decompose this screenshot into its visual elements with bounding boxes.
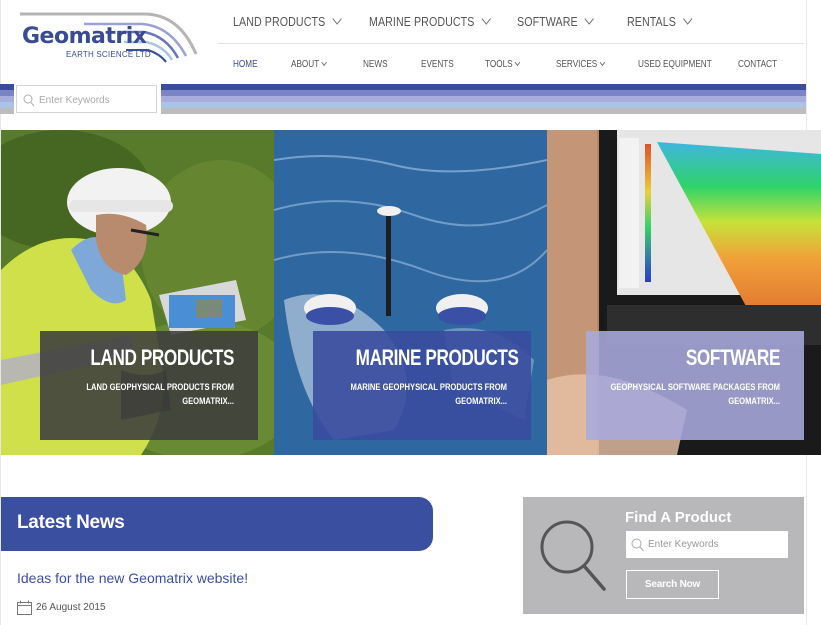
logo-tagline: EARTH SCIENCE LTD [66, 50, 151, 59]
sub-nav-about[interactable]: ABOUT [291, 58, 328, 70]
latest-news-header: Latest News [1, 497, 433, 551]
news-date-text: 26 August 2015 [36, 601, 106, 613]
tile-description: GEOPHYSICAL SOFTWARE PACKAGES FROM GEOMA… [610, 382, 780, 407]
main-nav-software[interactable]: SOFTWARE [517, 13, 594, 29]
header-search-box [16, 85, 157, 113]
find-product-search-box [626, 531, 788, 558]
tile-caption: MARINE PRODUCTS MARINE GEOPHYSICAL PRODU… [313, 331, 531, 440]
main-nav-label: LAND PRODUCTS [233, 14, 326, 29]
sub-nav-label: ABOUT [291, 58, 320, 70]
find-product-panel: Find A Product Search Now [523, 497, 804, 614]
tile-software[interactable]: SOFTWARE GEOPHYSICAL SOFTWARE PACKAGES F… [547, 130, 821, 455]
tile-description: MARINE GEOPHYSICAL PRODUCTS FROM GEOMATR… [350, 382, 507, 407]
logo-wordmark: Geomatrix [22, 24, 147, 49]
main-nav: LAND PRODUCTS MARINE PRODUCTS SOFTWARE R… [220, 0, 805, 44]
chevron-down-icon [584, 13, 594, 25]
magnifier-icon [540, 520, 606, 591]
news-item-date: 26 August 2015 [17, 599, 106, 615]
sub-nav-used-equipment[interactable]: USED EQUIPMENT [638, 58, 712, 70]
tile-land-products[interactable]: LAND PRODUCTS LAND GEOPHYSICAL PRODUCTS … [1, 130, 274, 455]
category-tiles: LAND PRODUCTS LAND GEOPHYSICAL PRODUCTS … [1, 130, 821, 455]
main-nav-land-products[interactable]: LAND PRODUCTS [233, 13, 342, 29]
find-product-heading: Find A Product [625, 509, 732, 526]
tile-title: SOFTWARE [685, 345, 781, 370]
search-icon [23, 94, 35, 107]
sub-nav-services[interactable]: SERVICES [556, 58, 606, 70]
sub-nav-news[interactable]: NEWS [363, 58, 388, 70]
tile-title: LAND PRODUCTS [90, 345, 234, 370]
latest-news-heading: Latest News [17, 512, 125, 533]
chevron-down-icon [332, 13, 342, 25]
sub-nav-tools[interactable]: TOOLS [485, 58, 521, 70]
chevron-down-icon [514, 58, 521, 67]
main-nav-label: SOFTWARE [517, 14, 578, 29]
search-icon [631, 538, 644, 552]
nav-divider [218, 43, 804, 44]
find-product-input[interactable] [648, 536, 783, 553]
tile-caption: LAND PRODUCTS LAND GEOPHYSICAL PRODUCTS … [40, 331, 258, 440]
chevron-down-icon [599, 58, 606, 67]
sub-nav: HOME ABOUT NEWS EVENTS TOOLS SERVICES US… [220, 52, 805, 76]
header-search [14, 84, 161, 114]
sub-nav-contact[interactable]: CONTACT [738, 58, 777, 70]
main-nav-rentals[interactable]: RENTALS [627, 13, 693, 29]
main-nav-label: MARINE PRODUCTS [369, 14, 475, 29]
main-nav-marine-products[interactable]: MARINE PRODUCTS [369, 13, 491, 29]
site-logo[interactable]: Geomatrix EARTH SCIENCE LTD [14, 8, 200, 68]
tile-description: LAND GEOPHYSICAL PRODUCTS FROM GEOMATRIX… [86, 382, 234, 407]
search-now-button[interactable]: Search Now [626, 570, 719, 599]
tile-title: MARINE PRODUCTS [355, 345, 519, 370]
tile-marine-products[interactable]: MARINE PRODUCTS MARINE GEOPHYSICAL PRODU… [274, 130, 547, 455]
main-nav-label: RENTALS [627, 14, 676, 29]
chevron-down-icon [682, 13, 693, 25]
sub-nav-events[interactable]: EVENTS [421, 58, 454, 70]
header-search-input[interactable] [39, 91, 154, 109]
chevron-down-icon [321, 58, 328, 67]
calendar-icon [17, 600, 32, 615]
sub-nav-label: SERVICES [556, 58, 598, 70]
sub-nav-label: TOOLS [485, 58, 513, 70]
news-item-title[interactable]: Ideas for the new Geomatrix website! [17, 570, 248, 586]
sub-nav-home[interactable]: HOME [233, 58, 258, 70]
tile-caption: SOFTWARE GEOPHYSICAL SOFTWARE PACKAGES F… [586, 331, 804, 440]
chevron-down-icon [481, 13, 491, 25]
